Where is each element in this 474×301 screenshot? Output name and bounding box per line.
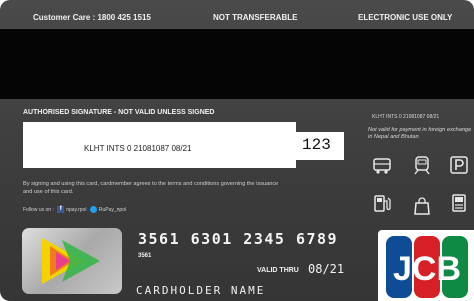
kiosk-icon	[452, 194, 466, 212]
facebook-icon: f	[57, 206, 65, 213]
valid-thru-label: VALID THRU	[257, 267, 299, 274]
customer-care-text: Customer Care : 1800 425 1515	[33, 13, 151, 22]
shopping-bag-icon	[414, 197, 430, 215]
valid-thru-date: 08/21	[308, 262, 345, 276]
electronic-use-text: ELECTRONIC USE ONLY	[358, 13, 453, 22]
signature-title: AUTHORISED SIGNATURE - NOT VALID UNLESS …	[23, 109, 215, 116]
cvv-code: 123	[302, 136, 331, 154]
not-transferable-text: NOT TRANSFERABLE	[213, 13, 298, 22]
hologram-logo	[22, 228, 122, 294]
play-chevrons-icon	[42, 238, 100, 284]
twitter-handle: RuPay_npol	[98, 206, 127, 213]
parking-icon	[450, 156, 468, 174]
card-back: Customer Care : 1800 425 1515 NOT TRANSF…	[0, 0, 474, 301]
card-number: 3561 6301 2345 6789	[138, 230, 339, 248]
magnetic-stripe	[0, 29, 474, 99]
reference-number: KLHT INTS 0 21081087 08/21	[372, 114, 440, 120]
top-bar: Customer Care : 1800 425 1515 NOT TRANSF…	[0, 10, 474, 26]
facebook-handle: npay.rpol	[66, 206, 87, 213]
jcb-logo-graphic: JCB	[386, 236, 468, 298]
card-bin: 3561	[138, 253, 152, 259]
follow-label: Follow us on :	[23, 206, 54, 213]
foreign-exchange-note: Not valid for payment in foreign exchang…	[368, 127, 472, 140]
signature-text: KLHT INTS 0 21081087 08/21	[84, 144, 192, 153]
bus-icon	[373, 158, 391, 174]
cardholder-name: CARDHOLDER NAME	[136, 284, 266, 297]
jcb-text: JCB	[393, 250, 461, 288]
train-icon	[414, 156, 430, 175]
fuel-icon	[374, 195, 391, 212]
jcb-logo: JCB	[378, 230, 474, 301]
follow-us: Follow us on : f npay.rpol RuPay_npol	[23, 206, 126, 213]
twitter-icon	[89, 206, 97, 213]
agreement-text: By signing and using this card, cardmemb…	[23, 181, 279, 195]
